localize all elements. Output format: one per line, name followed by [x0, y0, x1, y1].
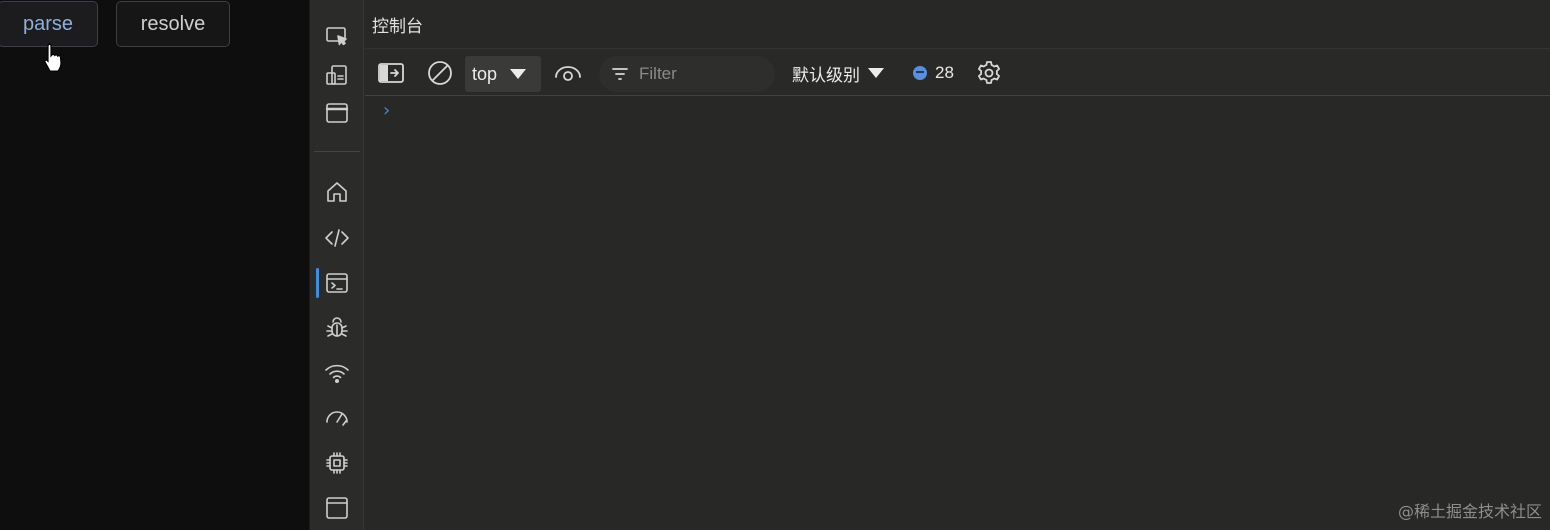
console-panel: 控制台 top Filter 默认级别 28 ›	[365, 0, 1550, 530]
bug-icon[interactable]	[322, 313, 352, 343]
sidebar-toggle-button[interactable]	[377, 49, 405, 97]
home-icon[interactable]	[322, 177, 352, 207]
inspect-pointer-icon[interactable]	[322, 22, 352, 52]
filter-box[interactable]	[599, 56, 775, 92]
gear-icon	[978, 61, 1000, 84]
clear-console-button[interactable]	[426, 49, 454, 97]
context-selector[interactable]: top	[465, 56, 541, 92]
activity-separator	[314, 151, 360, 152]
active-panel-indicator	[316, 268, 319, 298]
console-settings-button[interactable]	[975, 49, 1003, 97]
browser-window-icon[interactable]	[322, 98, 352, 128]
console-output[interactable]: ›	[365, 96, 1550, 530]
devtools-panel: 控制台 top Filter 默认级别 28 ›	[310, 0, 1550, 530]
sidebar-toggle-icon	[378, 63, 404, 83]
log-level-dropdown[interactable]: 默认级别	[792, 49, 884, 97]
eye-icon	[555, 66, 581, 81]
elements-code-icon[interactable]	[322, 223, 352, 253]
hand-pointer-cursor-icon	[44, 43, 62, 72]
performance-gauge-icon[interactable]	[322, 403, 352, 433]
filter-icon	[612, 68, 628, 80]
watermark: @稀土掘金技术社区	[1397, 502, 1542, 521]
web-page-panel: parse resolve	[0, 0, 310, 530]
message-count[interactable]: 28	[913, 49, 954, 97]
message-count-value: 28	[935, 63, 954, 82]
panel-title: 控制台	[372, 16, 423, 37]
console-prompt[interactable]: ›	[381, 100, 392, 121]
clear-block-icon	[428, 61, 452, 85]
parse-button[interactable]: parse	[0, 1, 98, 47]
log-level-value: 默认级别	[792, 65, 860, 86]
console-icon[interactable]	[322, 268, 352, 298]
filter-input[interactable]	[639, 64, 769, 84]
message-bubble-icon	[913, 66, 927, 80]
console-toolbar: top 默认级别 28	[365, 48, 1550, 96]
resolve-button[interactable]: resolve	[116, 1, 230, 47]
live-expression-button[interactable]	[553, 49, 583, 97]
wifi-network-icon[interactable]	[322, 358, 352, 388]
triangle-down-icon	[510, 69, 527, 79]
activity-bar	[310, 0, 364, 530]
context-selector-value: top	[472, 63, 498, 84]
cpu-chip-icon[interactable]	[322, 448, 352, 478]
panel-layout-icon[interactable]	[322, 493, 352, 523]
triangle-down-icon	[868, 68, 884, 78]
device-toggle-icon[interactable]	[322, 60, 352, 90]
